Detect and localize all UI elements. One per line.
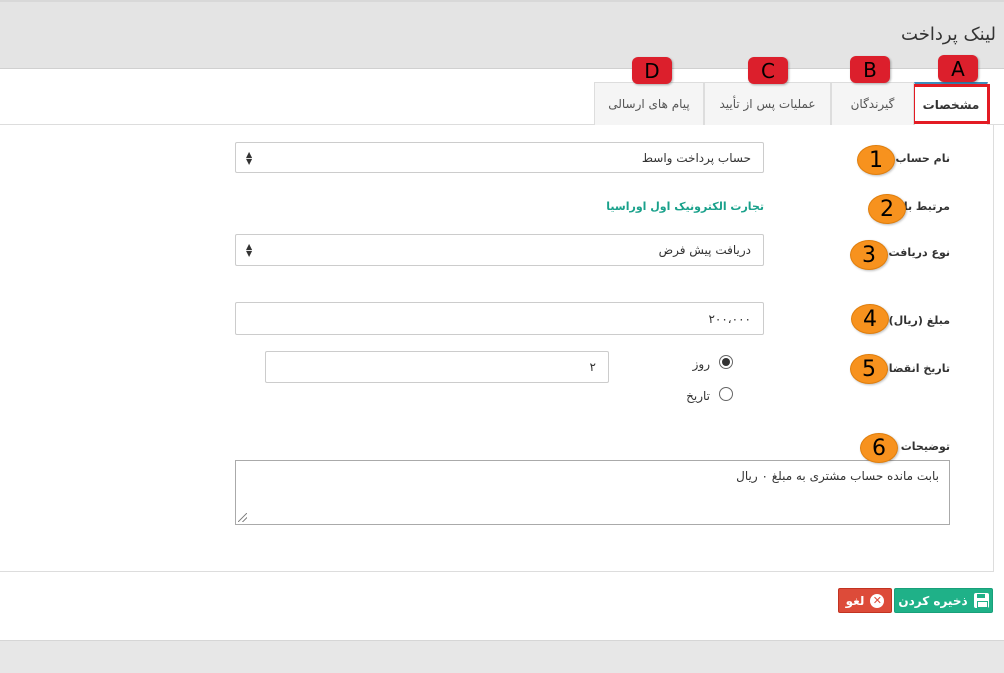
tab-sent-messages[interactable]: پیام های ارسالی (594, 82, 704, 125)
expiry-date-radio[interactable] (719, 387, 733, 401)
expiry-label: تاریخ انقضاء (883, 362, 950, 375)
marker-number-1: 1 (857, 145, 895, 175)
marker-number-2: 2 (868, 194, 906, 224)
receive-type-select[interactable]: دریافت پیش فرض ▲ ▼ (235, 234, 764, 266)
resize-grip-icon[interactable] (238, 513, 247, 522)
marker-number-6: 6 (860, 433, 898, 463)
description-value: بابت مانده حساب مشتری به مبلغ ۰ ریال (736, 469, 939, 483)
tab-post-approval-operations[interactable]: عملیات پس از تأیید (704, 82, 831, 125)
select-arrows-icon: ▲ ▼ (246, 149, 253, 166)
marker-letter-d: D (632, 57, 672, 84)
select-arrows-icon: ▲ ▼ (246, 242, 253, 258)
related-link[interactable]: تجارت الکترونیک اول اوراسیا (606, 200, 764, 213)
tab-label: گیرندگان (850, 97, 895, 111)
save-button-label: ذخیره کردن (898, 593, 968, 608)
amount-label: مبلغ (ریال) (888, 314, 950, 327)
amount-input[interactable]: ۲۰۰،۰۰۰ (235, 302, 764, 335)
description-label: توضیحات (900, 440, 950, 453)
marker-letter-c: C (748, 57, 788, 84)
expiry-day-label: روز (692, 357, 710, 371)
description-textarea[interactable]: بابت مانده حساب مشتری به مبلغ ۰ ریال (235, 460, 950, 525)
amount-value: ۲۰۰،۰۰۰ (708, 311, 751, 326)
receive-type-label: نوع دریافت (888, 246, 950, 259)
radio-selected-dot (722, 358, 730, 366)
save-button[interactable]: ذخیره کردن (894, 588, 993, 613)
marker-number-5: 5 (850, 354, 888, 384)
account-select-value: حساب پرداخت واسط (641, 150, 751, 165)
tab-highlight-box (912, 84, 990, 124)
marker-number-3: 3 (850, 240, 888, 270)
expiry-date-label: تاریخ (686, 389, 710, 403)
page-title: لینک پرداخت (901, 24, 996, 45)
expiry-day-radio[interactable] (719, 355, 733, 369)
tab-label: عملیات پس از تأیید (719, 97, 816, 111)
expiry-days-input[interactable]: ۲ (265, 351, 609, 383)
receive-type-value: دریافت پیش فرض (658, 243, 751, 257)
close-icon: ✕ (870, 593, 885, 608)
cancel-button[interactable]: ✕ لغو (838, 588, 892, 613)
cancel-button-label: لغو (845, 593, 865, 608)
related-label: مرتبط با (903, 200, 950, 213)
page-footer (0, 640, 1004, 673)
marker-letter-b: B (850, 56, 890, 83)
account-select[interactable]: حساب پرداخت واسط ▲ ▼ (235, 142, 764, 173)
account-label: نام حساب (895, 152, 950, 165)
expiry-days-value: ۲ (589, 360, 596, 374)
marker-letter-a: A (938, 55, 978, 82)
tab-label: پیام های ارسالی (608, 97, 690, 111)
marker-number-4: 4 (851, 304, 889, 334)
save-icon (973, 593, 989, 608)
tab-recipients[interactable]: گیرندگان (831, 82, 914, 125)
